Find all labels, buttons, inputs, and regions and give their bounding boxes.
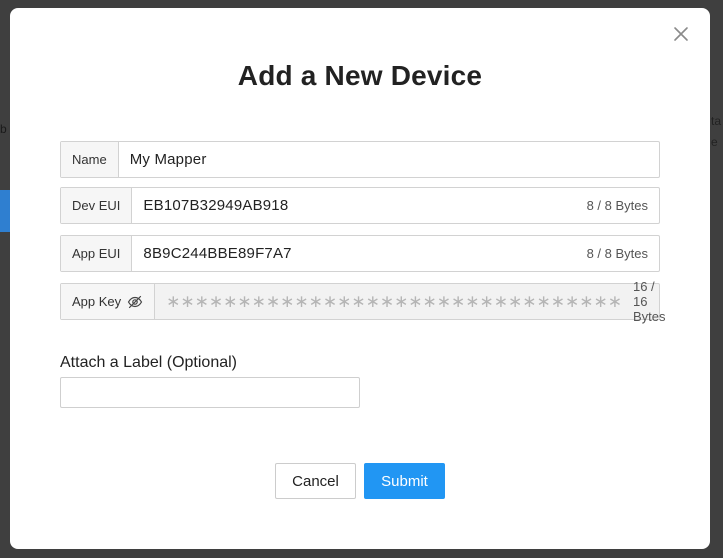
close-icon[interactable] <box>672 25 690 43</box>
name-field-value[interactable]: My Mapper <box>119 142 659 177</box>
add-device-modal: Add a New Device Name My Mapper Dev EUI … <box>10 8 710 549</box>
app-eui-field-label: App EUI <box>61 236 133 271</box>
modal-title: Add a New Device <box>237 60 483 91</box>
submit-button[interactable]: Submit <box>364 463 445 499</box>
app-key-byte-count: 16 / 16 Bytes <box>632 279 666 324</box>
app-eui-byte-count: 8 / 8 Bytes <box>586 246 648 261</box>
label-input[interactable] <box>60 377 360 408</box>
name-field[interactable]: Name My Mapper <box>60 141 660 178</box>
background-text-fragment-right: ta <box>711 114 722 128</box>
app-eui-field-value[interactable]: 8B9C244BBE89F7A7 <box>132 236 586 271</box>
app-key-field-value[interactable]: ∗∗∗∗∗∗∗∗∗∗∗∗∗∗∗∗∗∗∗∗∗∗∗∗∗∗∗∗∗∗∗∗ <box>155 284 633 319</box>
app-key-field-addon: App Key <box>61 284 156 319</box>
cancel-button[interactable]: Cancel <box>275 463 356 499</box>
attach-label-heading: Attach a Label (Optional) <box>60 354 237 371</box>
name-field-label: Name <box>61 142 119 177</box>
close-button[interactable] <box>672 25 690 43</box>
dev-eui-byte-count: 8 / 8 Bytes <box>586 198 648 213</box>
dev-eui-field[interactable]: Dev EUI EB107B32949AB918 8 / 8 Bytes <box>60 187 660 224</box>
background-blue-element <box>0 190 10 232</box>
background-text-fragment: b <box>0 122 7 136</box>
dev-eui-field-label: Dev EUI <box>61 188 133 223</box>
app-key-field[interactable]: App Key ∗∗∗∗∗∗∗∗∗∗∗∗∗∗∗∗∗∗∗∗∗∗∗∗∗∗∗∗∗∗∗∗… <box>60 279 665 324</box>
app-eui-field[interactable]: App EUI 8B9C244BBE89F7A7 8 / 8 Bytes <box>60 235 660 272</box>
dev-eui-field-value[interactable]: EB107B32949AB918 <box>132 188 586 223</box>
eye-slash-icon[interactable] <box>127 295 143 309</box>
app-key-field-label: App Key <box>72 294 122 309</box>
background-text-fragment-right-2: e <box>711 135 718 149</box>
